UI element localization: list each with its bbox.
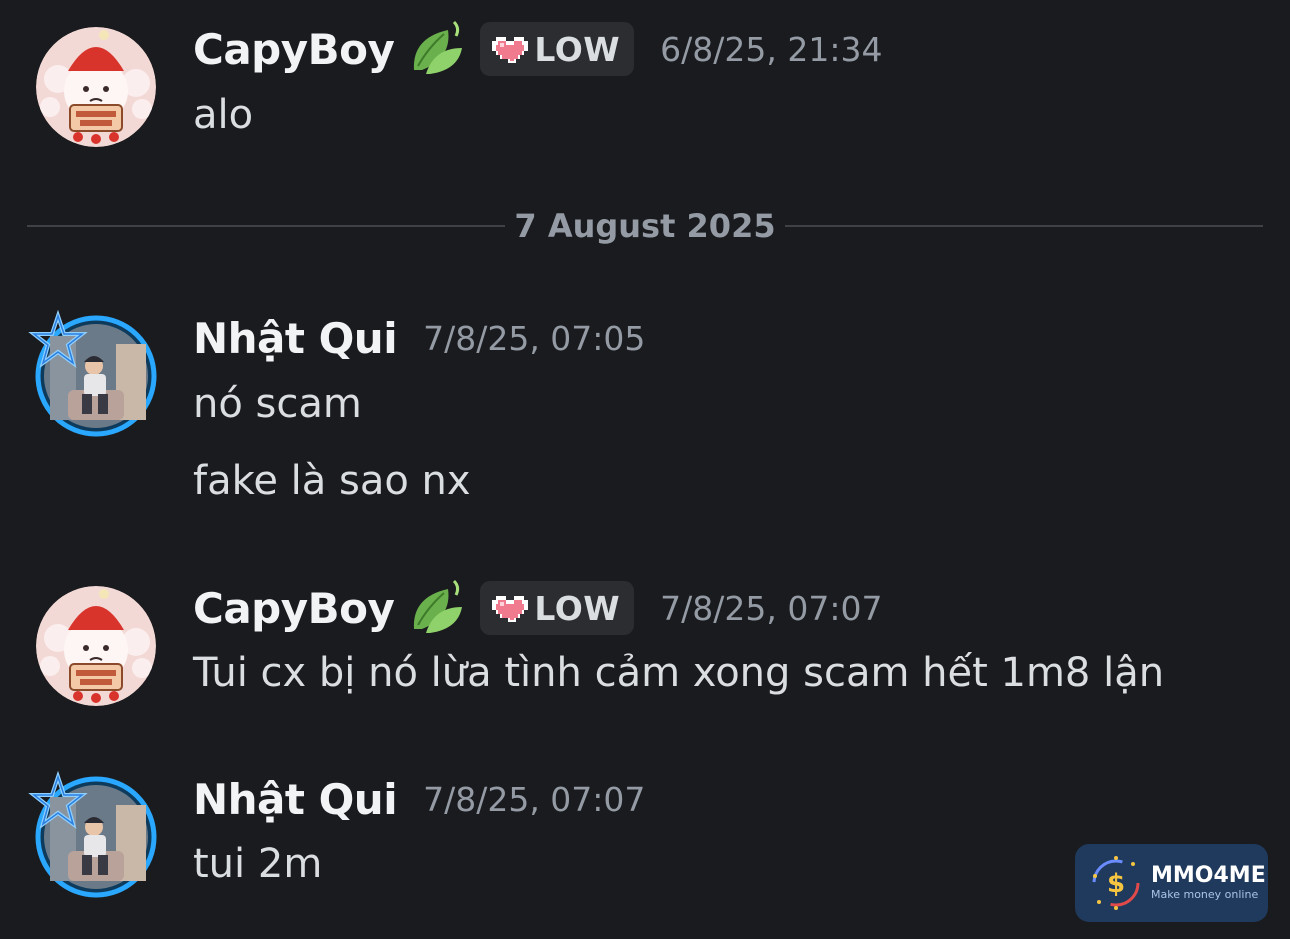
avatar[interactable] xyxy=(28,771,157,898)
dollar-logo-icon: $ xyxy=(1092,856,1140,910)
message-header: CapyBoy LOW 6/8/25, 21:34 xyxy=(193,19,882,79)
timestamp[interactable]: 7/8/25, 07:05 xyxy=(423,319,645,358)
message-text: alo xyxy=(193,92,254,138)
avatar[interactable] xyxy=(36,27,156,147)
timestamp[interactable]: 6/8/25, 21:34 xyxy=(660,30,882,69)
capyboy-avatar-icon xyxy=(36,27,156,147)
date-divider: 7 August 2025 xyxy=(27,204,1263,248)
pixel-heart-icon xyxy=(492,37,529,63)
badge-label: LOW xyxy=(534,588,621,628)
divider-date-label: 7 August 2025 xyxy=(514,207,776,245)
chat-area: CapyBoy LOW 6/8/25, 21:34 alo 7 August 2… xyxy=(0,0,1290,939)
author-name[interactable]: CapyBoy xyxy=(193,584,395,633)
watermark: $ MMO4ME Make money online xyxy=(1075,844,1268,922)
message-header: Nhật Qui 7/8/25, 07:07 xyxy=(193,769,645,829)
star-icon xyxy=(28,310,88,369)
svg-text:$: $ xyxy=(1107,869,1125,899)
pixel-heart-icon xyxy=(492,596,529,622)
message-text: fake là sao nx xyxy=(193,458,471,504)
badge-label: LOW xyxy=(534,29,621,69)
role-badge[interactable]: LOW xyxy=(480,581,635,635)
watermark-text: MMO4ME Make money online xyxy=(1151,864,1266,902)
author-name[interactable]: CapyBoy xyxy=(193,25,395,74)
leaf-icon xyxy=(414,20,463,74)
timestamp[interactable]: 7/8/25, 07:07 xyxy=(660,589,882,628)
message-text: tui 2m xyxy=(193,841,323,887)
avatar[interactable] xyxy=(36,586,156,706)
author-name[interactable]: Nhật Qui xyxy=(193,314,398,363)
message-header: Nhật Qui 7/8/25, 07:05 xyxy=(193,308,645,368)
message-text: nó scam xyxy=(193,381,362,427)
leaf-icon xyxy=(414,579,463,633)
message-header: CapyBoy LOW 7/8/25, 07:07 xyxy=(193,578,882,638)
capyboy-avatar-icon xyxy=(36,586,156,706)
timestamp[interactable]: 7/8/25, 07:07 xyxy=(423,780,645,819)
author-name[interactable]: Nhật Qui xyxy=(193,775,398,824)
watermark-brand: MMO4ME xyxy=(1151,863,1266,888)
role-badge[interactable]: LOW xyxy=(480,22,635,76)
star-icon xyxy=(28,771,88,830)
watermark-tagline: Make money online xyxy=(1151,888,1259,901)
message-text: Tui cx bị nó lừa tình cảm xong scam hết … xyxy=(193,650,1165,696)
avatar[interactable] xyxy=(28,310,157,437)
